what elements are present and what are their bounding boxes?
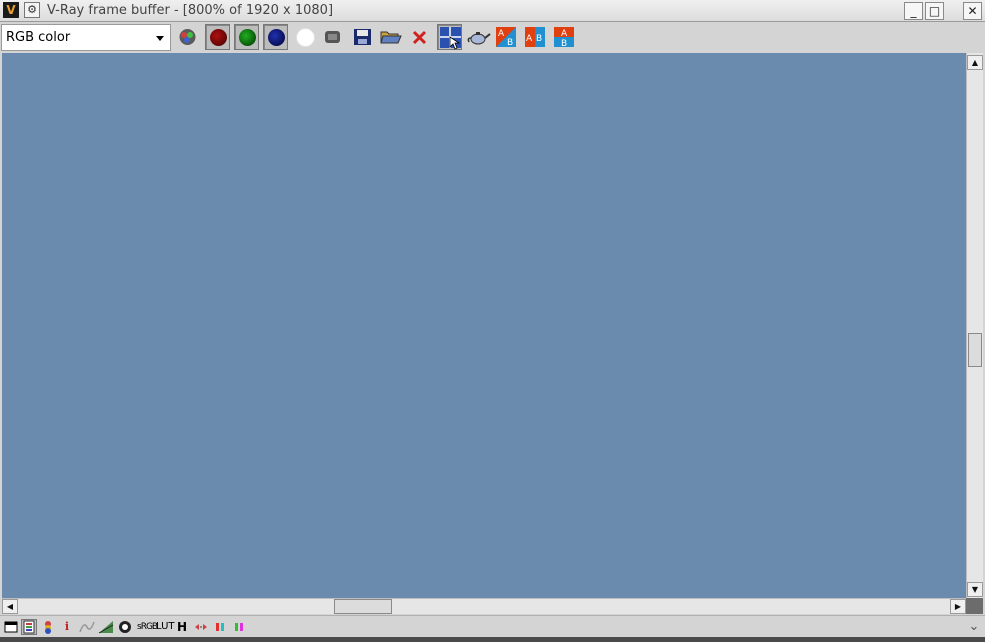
exposure-button[interactable] [118, 619, 132, 635]
stereo-green-magenta-icon [235, 623, 243, 631]
save-image-button[interactable] [350, 24, 375, 50]
save-image-icon [354, 29, 371, 45]
ab-label-a: A [561, 29, 568, 39]
vray-app-icon[interactable]: V [3, 2, 19, 18]
window-menu-icon[interactable]: ⚙ [24, 2, 40, 18]
horizontal-scrollbar[interactable]: ◀ ▶ [2, 598, 966, 614]
scroll-left-icon[interactable]: ◀ [2, 599, 18, 614]
lut-label: LUT [156, 621, 175, 632]
expand-icon: ⌄ [968, 619, 980, 634]
toolbar: RGB color A B A B A B [0, 22, 985, 53]
channel-select-value: RGB color [6, 30, 71, 45]
green-channel-button[interactable] [234, 24, 259, 50]
scroll-right-icon[interactable]: ▶ [950, 599, 966, 614]
bottom-toolbar: i sRGB LUT H ⌄ [0, 615, 985, 637]
maximize-button[interactable]: □ [925, 2, 944, 20]
title-bar: V ⚙ V-Ray frame buffer - [800% of 1920 x… [0, 0, 985, 22]
clear-image-button[interactable] [407, 24, 432, 50]
expand-toggle[interactable]: ⌄ [967, 619, 981, 635]
lut-button[interactable]: LUT [156, 619, 175, 635]
levels-icon [98, 621, 114, 634]
minimize-button[interactable]: _ [904, 2, 923, 20]
curves-icon [79, 621, 95, 633]
monochrome-icon [325, 31, 340, 43]
compare-ab-icon: A B [525, 27, 545, 47]
blue-channel-icon [268, 29, 285, 46]
stereo-red-cyan-button[interactable] [214, 619, 226, 635]
scroll-down-icon[interactable]: ▼ [967, 582, 983, 597]
window-bottom-edge [0, 637, 985, 642]
compare-ab-button[interactable]: A B [523, 24, 548, 50]
histogram-label: H [176, 620, 188, 634]
ab-label-a: A [526, 34, 533, 44]
scroll-up-icon[interactable]: ▲ [967, 55, 983, 70]
red-channel-button[interactable] [205, 24, 230, 50]
render-teapot-icon [467, 32, 491, 45]
curves-button[interactable] [79, 619, 95, 635]
chevron-down-icon [156, 36, 164, 41]
alpha-channel-icon [296, 28, 315, 47]
ab-label-b: B [536, 34, 542, 44]
scroll-corner [966, 598, 983, 614]
stereo-red-cyan-icon [216, 623, 224, 631]
channel-select[interactable]: RGB color [1, 24, 171, 51]
load-image-button[interactable] [378, 24, 403, 50]
window-icon [4, 621, 18, 633]
compare-ab-horizontal-icon: A B [496, 27, 516, 48]
color-corrections-button[interactable] [21, 619, 37, 635]
color-corrections-icon [23, 620, 35, 634]
compare-ab-horizontal-button[interactable]: A B [494, 24, 519, 50]
histogram-button[interactable]: H [176, 619, 188, 635]
green-channel-icon [239, 29, 256, 46]
track-mouse-icon [440, 27, 461, 50]
render-button[interactable] [466, 24, 491, 50]
track-mouse-button[interactable] [437, 24, 462, 50]
compare-ab-vertical-icon: A B [554, 27, 574, 49]
exposure-icon [119, 621, 131, 633]
blue-channel-button[interactable] [263, 24, 288, 50]
red-channel-icon [210, 29, 227, 46]
compare-ab-vertical-button[interactable]: A B [552, 24, 577, 50]
rgb-channels-button[interactable] [175, 24, 200, 50]
vertical-scrollbar[interactable]: ▲ ▼ [966, 53, 983, 598]
info-icon: i [64, 620, 70, 633]
render-viewport[interactable] [2, 53, 966, 598]
load-image-icon [380, 31, 402, 44]
ab-label-a: A [498, 29, 505, 39]
stereo-green-magenta-button[interactable] [233, 619, 245, 635]
srgb-label: sRGB [137, 622, 158, 632]
levels-button[interactable] [98, 619, 114, 635]
srgb-button[interactable]: sRGB [137, 619, 158, 635]
vertical-scroll-thumb[interactable] [968, 333, 982, 367]
ab-label-b: B [507, 38, 513, 48]
alpha-channel-button[interactable] [292, 24, 317, 50]
compare-button[interactable] [194, 619, 208, 635]
close-button[interactable]: ✕ [963, 2, 982, 20]
horizontal-scroll-thumb[interactable] [334, 599, 392, 614]
layers-icon [45, 621, 51, 634]
clear-image-icon [412, 30, 427, 45]
compare-icon [195, 624, 207, 630]
window-title: V-Ray frame buffer - [800% of 1920 x 108… [47, 3, 334, 18]
show-window-button[interactable] [4, 619, 18, 635]
ab-label-b: B [561, 39, 567, 49]
info-button[interactable]: i [61, 619, 73, 635]
monochrome-button[interactable] [320, 24, 345, 50]
rgb-channels-icon [179, 29, 196, 45]
layers-button[interactable] [41, 619, 55, 635]
